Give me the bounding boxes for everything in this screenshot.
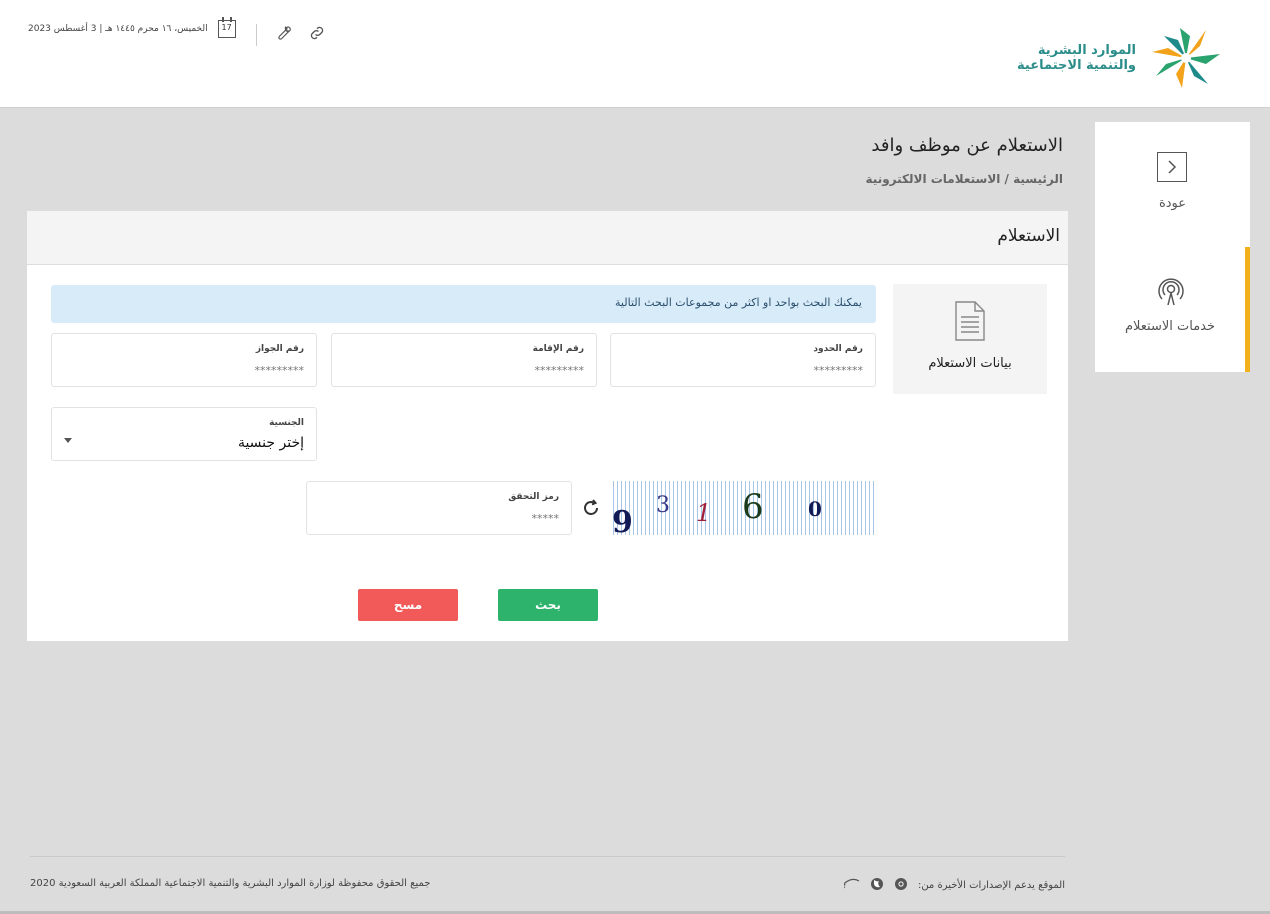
inquiry-services-label: خدمات الاستعلام — [1124, 319, 1216, 334]
border-number-label: رقم الحدود — [813, 344, 863, 354]
iqama-number-input[interactable] — [354, 364, 584, 377]
top-header: الخميس، ١٦ محرم ١٤٤٥ هـ | 3 أغسطس 2023 1… — [0, 0, 1270, 108]
captcha-char-5: 0 — [808, 497, 822, 521]
wrench-icon[interactable] — [276, 24, 294, 46]
date-text: الخميس، ١٦ محرم ١٤٤٥ هـ | 3 أغسطس 2023 — [28, 24, 208, 34]
breadcrumb[interactable]: الرئيسية / الاستعلامات الالكترونية — [866, 172, 1063, 186]
back-button[interactable]: عودة — [1095, 122, 1250, 240]
info-alert-text: يمكنك البحث بواحد او اكثر من مجموعات الب… — [615, 296, 862, 309]
passport-number-label: رقم الجواز — [255, 344, 304, 354]
date-display: الخميس، ١٦ محرم ١٤٤٥ هـ | 3 أغسطس 2023 1… — [28, 17, 236, 38]
refresh-captcha-icon[interactable] — [581, 498, 601, 522]
card-header: الاستعلام — [27, 211, 1068, 265]
link-icon[interactable] — [308, 24, 326, 46]
page-title: الاستعلام عن موظف وافد — [871, 135, 1063, 156]
logo-line-1: الموارد البشرية — [1037, 43, 1136, 58]
info-alert: يمكنك البحث بواحد او اكثر من مجموعات الب… — [51, 285, 876, 323]
captcha-image: 9 3 1 6 0 — [610, 481, 876, 540]
inquiry-card: الاستعلام بيانات الاستعلام يمكنك البحث ب… — [27, 211, 1068, 641]
broadcast-icon — [1155, 275, 1187, 311]
iqama-number-label: رقم الإقامة — [532, 344, 584, 354]
back-label: عودة — [1158, 196, 1187, 211]
firefox-icon[interactable] — [870, 876, 884, 895]
calendar-icon: 17 — [217, 17, 236, 38]
footer-copyright: جميع الحقوق محفوظة لوزارة الموارد البشري… — [30, 878, 431, 889]
nationality-select[interactable]: الجنسية إختر جنسية — [51, 407, 317, 461]
active-indicator — [1245, 247, 1250, 372]
border-number-field[interactable]: رقم الحدود — [610, 333, 876, 387]
captcha-char-3: 1 — [696, 499, 712, 527]
svg-text:e: e — [844, 877, 846, 891]
captcha-input[interactable] — [329, 512, 559, 525]
captcha-char-2: 3 — [656, 493, 670, 518]
iqama-number-field[interactable]: رقم الإقامة — [331, 333, 597, 387]
nationality-label: الجنسية — [269, 418, 304, 428]
supported-browsers-text: الموقع يدعم الإصدارات الأخيرة من: — [917, 880, 1065, 891]
captcha-label: رمز التحقق — [508, 492, 559, 502]
nationality-value: إختر جنسية — [237, 435, 304, 451]
chrome-icon[interactable] — [894, 876, 908, 895]
ie-icon[interactable]: e — [837, 876, 860, 895]
ministry-emblem-icon — [1152, 28, 1220, 88]
chevron-right-icon — [1157, 152, 1187, 182]
section-label: بيانات الاستعلام — [928, 356, 1012, 371]
side-panel: عودة خدمات الاستعلام — [1095, 122, 1250, 372]
captcha-char-4: 6 — [742, 487, 764, 527]
passport-number-input[interactable] — [74, 364, 304, 377]
captcha-char-1: 9 — [612, 505, 633, 540]
passport-number-field[interactable]: رقم الجواز — [51, 333, 317, 387]
clear-button[interactable]: مسح — [358, 589, 458, 621]
caret-down-icon — [64, 438, 72, 443]
header-divider — [256, 24, 257, 46]
card-title: الاستعلام — [997, 226, 1060, 246]
search-button[interactable]: بحث — [498, 589, 598, 621]
captcha-field[interactable]: رمز التحقق — [306, 481, 572, 535]
document-icon — [953, 300, 987, 346]
inquiry-data-section[interactable]: بيانات الاستعلام — [893, 284, 1047, 394]
supported-browsers: الموقع يدعم الإصدارات الأخيرة من: e — [837, 876, 1065, 895]
border-number-input[interactable] — [633, 364, 863, 377]
ministry-logo[interactable]: الموارد البشرية والتنمية الاجتماعية — [1017, 26, 1226, 90]
footer-divider — [30, 856, 1065, 857]
sidebar-item-inquiry-services[interactable]: خدمات الاستعلام — [1095, 247, 1250, 372]
logo-line-2: والتنمية الاجتماعية — [1017, 58, 1136, 73]
